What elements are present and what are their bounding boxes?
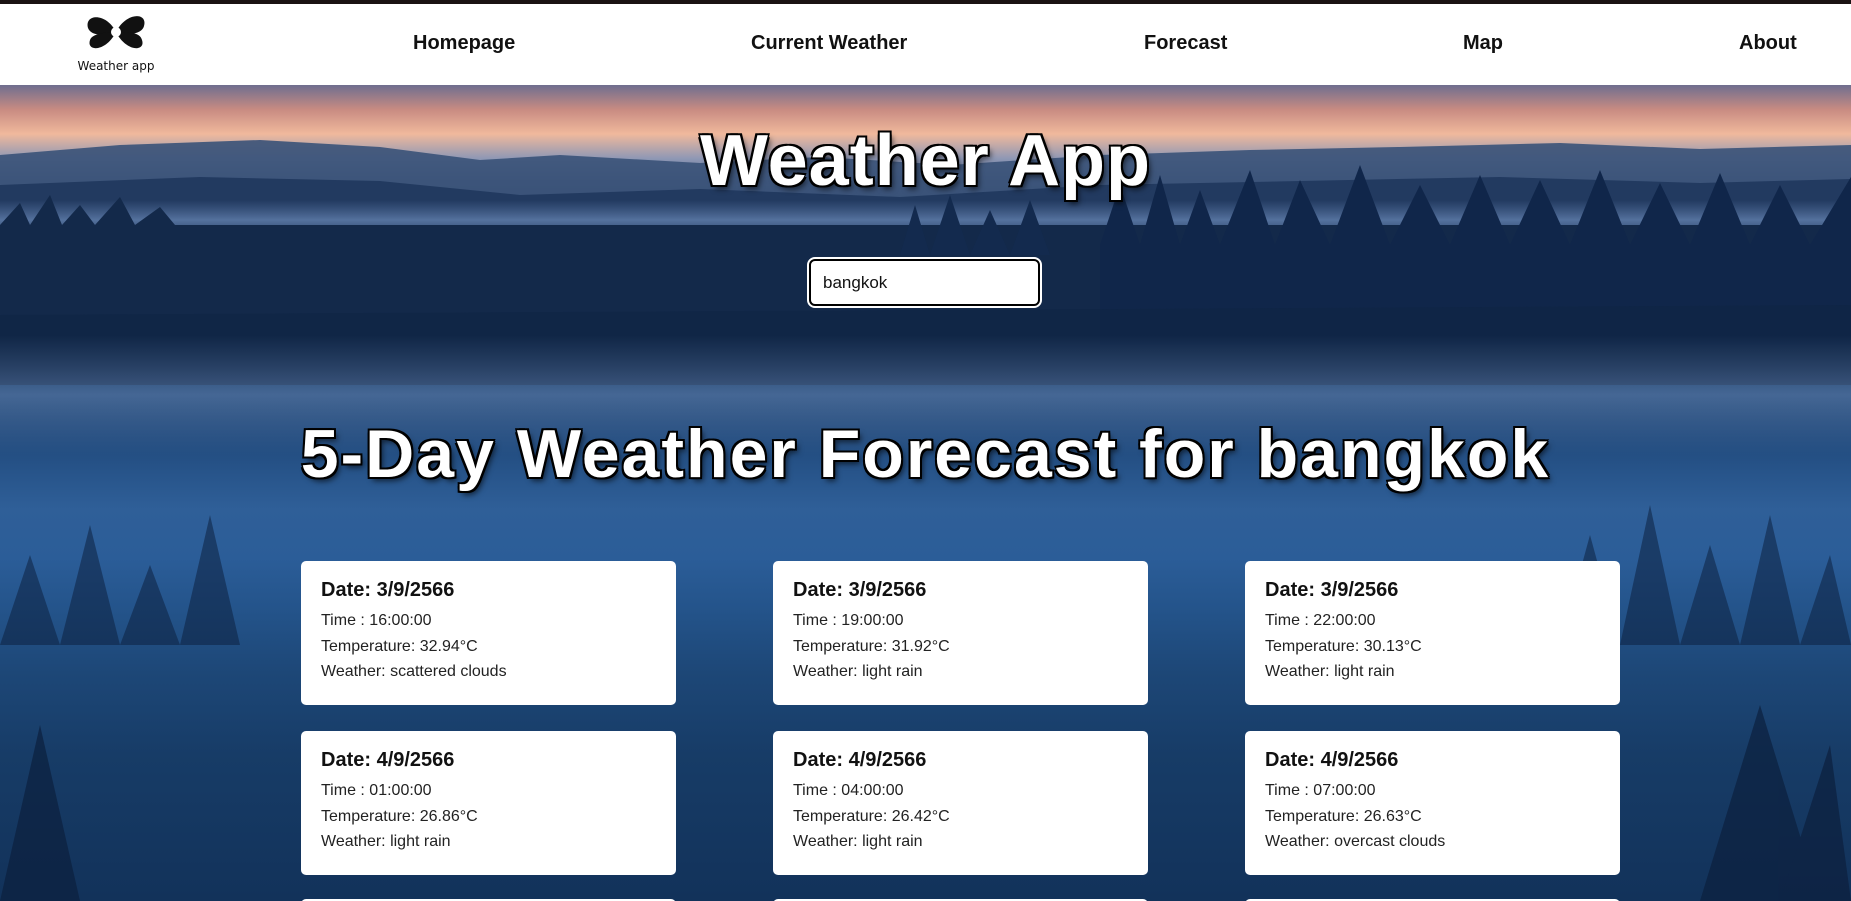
nav-current-weather[interactable]: Current Weather: [751, 32, 907, 55]
app-title: Weather App: [699, 120, 1152, 202]
card-weather: Weather: light rain: [793, 833, 923, 850]
card-temperature: Temperature: 26.42°C: [793, 807, 950, 825]
card-temperature: Temperature: 32.94°C: [321, 637, 478, 655]
card-weather: Weather: light rain: [1265, 663, 1395, 680]
card-temperature: Temperature: 26.86°C: [321, 807, 478, 825]
city-search-input[interactable]: [809, 259, 1040, 306]
card-weather: Weather: light rain: [321, 833, 451, 850]
navbar: Weather app Homepage Current Weather For…: [0, 4, 1851, 85]
forecast-card: Date: 3/9/2566 Time : 22:00:00 Temperatu…: [1245, 561, 1620, 705]
nav-homepage[interactable]: Homepage: [413, 32, 515, 55]
logo-text: Weather app: [77, 59, 155, 73]
card-date: Date: 4/9/2566: [1265, 749, 1399, 771]
card-date: Date: 3/9/2566: [321, 579, 455, 601]
card-date: Date: 4/9/2566: [321, 749, 455, 771]
nav-about[interactable]: About: [1739, 32, 1797, 55]
forecast-card: Date: 4/9/2566 Time : 04:00:00 Temperatu…: [773, 731, 1148, 875]
nav-forecast[interactable]: Forecast: [1144, 32, 1227, 55]
card-temperature: Temperature: 30.13°C: [1265, 637, 1422, 655]
forecast-card: Date: 4/9/2566 Time : 01:00:00 Temperatu…: [301, 731, 676, 875]
card-weather: Weather: light rain: [793, 663, 923, 680]
logo[interactable]: Weather app: [66, 4, 166, 82]
card-time: Time : 07:00:00: [1265, 782, 1376, 799]
forecast-card: Date: 4/9/2566 Time : 07:00:00 Temperatu…: [1245, 731, 1620, 875]
card-time: Time : 04:00:00: [793, 782, 904, 799]
forecast-card: Date: 3/9/2566 Time : 19:00:00 Temperatu…: [773, 561, 1148, 705]
card-date: Date: 4/9/2566: [793, 749, 927, 771]
nav-map[interactable]: Map: [1463, 32, 1503, 55]
card-date: Date: 3/9/2566: [793, 579, 927, 601]
card-temperature: Temperature: 26.63°C: [1265, 807, 1422, 825]
forecast-title: 5-Day Weather Forecast for bangkok: [300, 416, 1551, 492]
forecast-card: Date: 3/9/2566 Time : 16:00:00 Temperatu…: [301, 561, 676, 705]
card-weather: Weather: scattered clouds: [321, 663, 507, 680]
swirl-logo-icon: [87, 16, 145, 49]
hero-section: Weather App 5-Day Weather Forecast for b…: [0, 85, 1851, 901]
card-date: Date: 3/9/2566: [1265, 579, 1399, 601]
card-time: Time : 01:00:00: [321, 782, 432, 799]
card-time: Time : 19:00:00: [793, 612, 904, 629]
card-time: Time : 22:00:00: [1265, 612, 1376, 629]
card-time: Time : 16:00:00: [321, 612, 432, 629]
card-weather: Weather: overcast clouds: [1265, 833, 1446, 850]
card-temperature: Temperature: 31.92°C: [793, 637, 950, 655]
